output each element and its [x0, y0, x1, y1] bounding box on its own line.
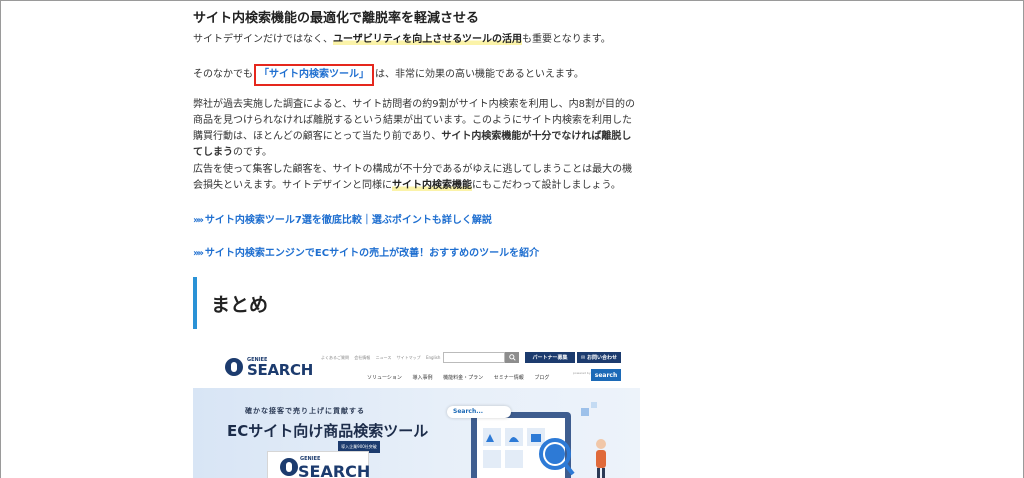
hero-logo-card: GENIEE SEARCH: [267, 451, 371, 478]
paragraph-text: も重要となります。: [522, 34, 611, 45]
menu-item: ブログ: [534, 375, 550, 381]
menu-item: 機能料金・プラン: [443, 375, 484, 381]
powered-by-text: powered by: [573, 371, 591, 375]
contact-button: ✉ お問い合わせ: [577, 352, 621, 363]
paragraph-text: そのなかでも: [193, 69, 253, 80]
logo-mark-icon: [280, 458, 298, 476]
menu-item: ソリューション: [367, 375, 402, 381]
paragraph-text: のです。: [233, 147, 272, 158]
screenshot-nav-menu: ソリューション 導入事例 機能料金・プラン セミナー情報 ブログ: [367, 374, 558, 381]
logo-big-text: SEARCH: [247, 361, 313, 379]
screenshot-hero: 確かな接客で売り上げに貢献する ECサイト向け商品検索ツール 導入企業900社突…: [193, 388, 640, 478]
double-chevron-icon: »»: [193, 215, 204, 226]
geniee-search-logo: GENIEE SEARCH: [225, 357, 313, 379]
top-link: ニュース: [375, 355, 392, 360]
geniee-search-screenshot[interactable]: GENIEE SEARCH よくあるご質問 会社情報 ニュース サイトマップ E…: [193, 343, 640, 478]
paragraph-text: サイトデザインだけではなく、: [193, 34, 333, 45]
paragraph-3: 弊社が過去実施した調査によると、サイト訪問者の約9割がサイト内検索を利用し、内8…: [193, 97, 640, 161]
top-link: サイトマップ: [396, 355, 421, 360]
hero-title: ECサイト向け商品検索ツール: [227, 422, 429, 440]
section-heading: サイト内検索機能の最適化で離脱率を軽減させる: [193, 11, 480, 26]
paragraph-2: そのなかでも 「サイト内検索ツール」 は、非常に効果の高い機能であるといえます。: [193, 64, 640, 86]
partner-button: パートナー募集: [525, 352, 575, 363]
paragraph-text: は、非常に効果の高い機能であるといえます。: [375, 69, 584, 80]
logo-mark-icon: [225, 358, 243, 376]
paragraph-4: 広告を使って集客した顧客を、サイトの構成が不十分であるがゆえに逃してしまうことは…: [193, 162, 640, 194]
top-link: 会社情報: [354, 355, 371, 360]
search-brand-mark: search: [591, 369, 621, 381]
site-search-tool-link[interactable]: 「サイト内検索ツール」: [259, 69, 369, 80]
paragraph-1: サイトデザインだけではなく、ユーザビリティを向上させるツールの活用も重要となりま…: [193, 32, 640, 48]
summary-heading-text: まとめ: [211, 293, 269, 316]
related-link-2: »» サイト内検索エンジンでECサイトの売上が改善！おすすめのツールを紹介: [193, 244, 539, 259]
tool-comparison-link[interactable]: サイト内検索ツール7選を徹底比較｜選ぶポイントも詳しく解説: [205, 215, 492, 226]
search-icon: [505, 352, 519, 363]
related-link-1: »» サイト内検索ツール7選を徹底比較｜選ぶポイントも詳しく解説: [193, 211, 492, 226]
paragraph-text: にもこだわって設計しましょう。: [472, 180, 621, 191]
screenshot-header: GENIEE SEARCH よくあるご質問 会社情報 ニュース サイトマップ E…: [193, 343, 640, 388]
menu-item: セミナー情報: [493, 375, 524, 381]
screenshot-search-input: [443, 352, 505, 363]
screenshot-top-links: よくあるご質問 会社情報 ニュース サイトマップ English: [321, 355, 444, 361]
hero-search-pill: Search...: [447, 406, 511, 418]
double-chevron-icon: »»: [193, 248, 204, 259]
hero-tagline: 確かな接客で売り上げに貢献する: [245, 407, 365, 415]
highlighted-text: サイト内検索機能: [392, 180, 472, 191]
highlighted-text: ユーザビリティを向上させるツールの活用: [333, 34, 522, 45]
top-link: よくあるご質問: [321, 355, 349, 360]
summary-heading: まとめ: [193, 277, 640, 329]
search-engine-article-link[interactable]: サイト内検索エンジンでECサイトの売上が改善！おすすめのツールを紹介: [205, 248, 539, 259]
highlighted-link-box: 「サイト内検索ツール」: [254, 64, 374, 86]
hero-card-big-text: SEARCH: [298, 462, 371, 478]
top-link: English: [425, 355, 441, 360]
menu-item: 導入事例: [412, 375, 433, 381]
